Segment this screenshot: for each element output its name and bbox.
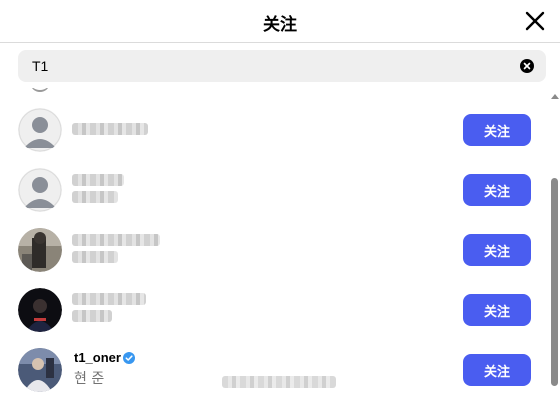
follow-button[interactable]: 关注 bbox=[463, 174, 531, 206]
scrollbar[interactable] bbox=[548, 88, 560, 401]
scroll-thumb[interactable] bbox=[551, 178, 558, 386]
blurred-full-name bbox=[72, 310, 112, 322]
list-item[interactable]: 关注 bbox=[0, 218, 548, 278]
follow-button[interactable]: 关注 bbox=[463, 114, 531, 146]
list-item[interactable]: 关注 bbox=[0, 158, 548, 218]
full-name: 현 준 bbox=[74, 371, 105, 387]
dialog-title: 关注 bbox=[263, 15, 297, 35]
follow-button[interactable]: 关注 bbox=[463, 294, 531, 326]
clear-search-button[interactable] bbox=[520, 59, 534, 73]
following-dialog: 关注 T1 关注 关注 关注 关注 t1_oner 현 준 关注 bbox=[0, 0, 560, 401]
default-avatar bbox=[18, 108, 62, 152]
blurred-username bbox=[72, 293, 146, 305]
list-item[interactable]: t1_oner 현 준 关注 bbox=[0, 338, 548, 398]
blurred-full-name bbox=[72, 251, 118, 263]
list-item[interactable]: 关注 bbox=[0, 98, 548, 158]
blurred-partial-row bbox=[222, 376, 336, 388]
blurred-full-name bbox=[72, 191, 118, 203]
follow-button[interactable]: 关注 bbox=[463, 234, 531, 266]
clear-circle-icon bbox=[523, 62, 531, 70]
blurred-username bbox=[72, 234, 160, 246]
search-input[interactable] bbox=[32, 50, 502, 82]
blurred-username bbox=[72, 174, 124, 186]
partial-avatar bbox=[30, 88, 50, 92]
dialog-header: 关注 bbox=[0, 0, 560, 43]
follow-button[interactable]: 关注 bbox=[463, 354, 531, 386]
close-button[interactable] bbox=[522, 8, 548, 34]
list-item[interactable]: 关注 bbox=[0, 278, 548, 338]
default-avatar bbox=[18, 168, 62, 212]
photo-avatar bbox=[18, 228, 62, 272]
blurred-username bbox=[72, 123, 148, 135]
verified-badge-icon bbox=[123, 352, 135, 364]
scroll-up-arrow-icon[interactable] bbox=[551, 94, 559, 99]
close-icon bbox=[525, 11, 545, 31]
photo-avatar bbox=[18, 348, 62, 392]
search-box bbox=[18, 50, 546, 82]
results-list: 关注 关注 关注 关注 t1_oner 현 준 关注 bbox=[0, 88, 548, 401]
username[interactable]: t1_oner bbox=[74, 350, 121, 365]
photo-avatar bbox=[18, 288, 62, 332]
